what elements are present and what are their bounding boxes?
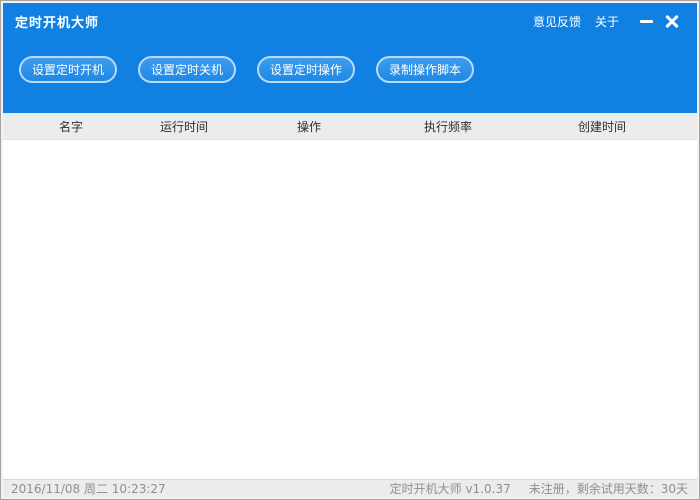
titlebar-right: 意见反馈 关于 xyxy=(533,10,685,32)
set-scheduled-operation-button[interactable]: 设置定时操作 xyxy=(257,56,356,83)
statusbar: 2016/11/08 周二 10:23:27 定时开机大师 v1.0.37 未注… xyxy=(3,479,697,497)
window-title: 定时开机大师 xyxy=(15,15,100,31)
close-button[interactable] xyxy=(659,10,685,32)
statusbar-license-status: 未注册，剩余试用天数：30天 xyxy=(528,482,688,496)
minimize-icon xyxy=(639,19,653,23)
feedback-link[interactable]: 意见反馈 xyxy=(533,13,581,30)
task-table-header: 名字 运行时间 操作 执行频率 创建时间 xyxy=(3,113,697,140)
set-scheduled-boot-button[interactable]: 设置定时开机 xyxy=(19,56,118,83)
task-list-empty-area xyxy=(3,140,697,479)
toolbar: 设置定时开机 设置定时关机 设置定时操作 录制操作脚本 xyxy=(3,39,697,113)
close-icon xyxy=(665,14,679,28)
column-header-created[interactable]: 创建时间 xyxy=(507,118,697,135)
column-header-runtime[interactable]: 运行时间 xyxy=(139,118,229,135)
minimize-button[interactable] xyxy=(633,10,659,32)
statusbar-right: 定时开机大师 v1.0.37 未注册，剩余试用天数：30天 xyxy=(390,480,688,497)
set-scheduled-shutdown-button[interactable]: 设置定时关机 xyxy=(138,56,237,83)
app-window: 定时开机大师 意见反馈 关于 设置定时开机 设置定时关机 设置定时操作 录制操作… xyxy=(0,0,700,500)
titlebar: 定时开机大师 意见反馈 关于 xyxy=(3,3,697,39)
column-header-frequency[interactable]: 执行频率 xyxy=(389,118,507,135)
blue-header-area: 定时开机大师 意见反馈 关于 设置定时开机 设置定时关机 设置定时操作 录制操作… xyxy=(3,3,697,113)
statusbar-datetime: 2016/11/08 周二 10:23:27 xyxy=(11,482,166,496)
about-link[interactable]: 关于 xyxy=(595,13,619,30)
record-operation-script-button[interactable]: 录制操作脚本 xyxy=(376,56,475,83)
column-header-name[interactable]: 名字 xyxy=(3,118,139,135)
statusbar-app-version: 定时开机大师 v1.0.37 xyxy=(389,482,511,496)
column-header-operation[interactable]: 操作 xyxy=(229,118,389,135)
